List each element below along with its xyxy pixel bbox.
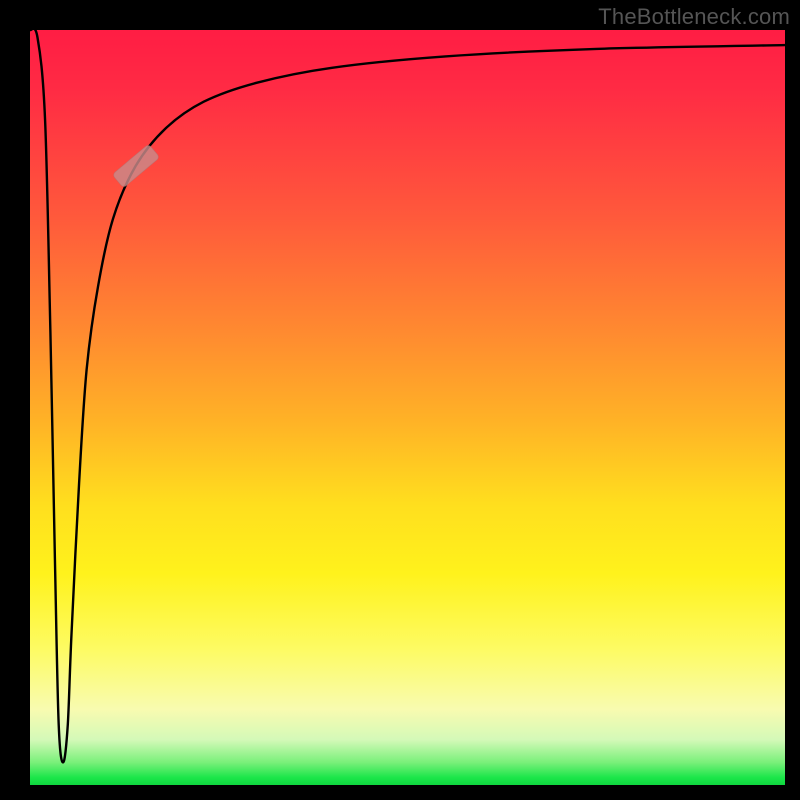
watermark-text: TheBottleneck.com — [598, 4, 790, 30]
chart-frame: TheBottleneck.com — [0, 0, 800, 800]
curve-svg — [30, 30, 785, 785]
bottleneck-curve-path — [30, 30, 785, 762]
plot-area — [30, 30, 785, 785]
